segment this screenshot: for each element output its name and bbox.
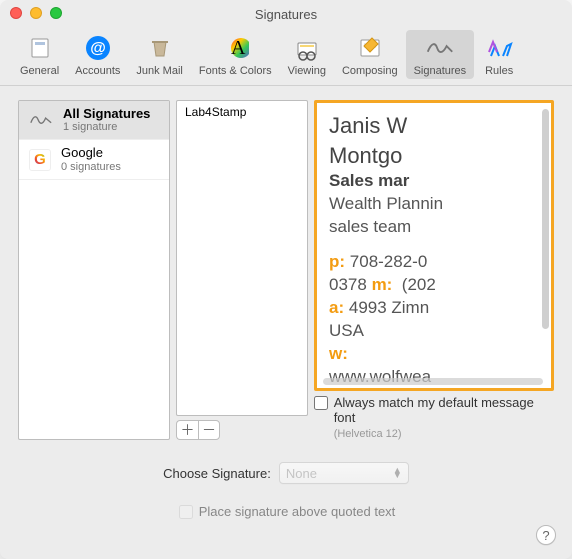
- close-icon[interactable]: [10, 7, 22, 19]
- junk-mail-icon: [144, 32, 176, 64]
- always-match-checkbox[interactable]: [314, 396, 328, 410]
- composing-icon: [354, 32, 386, 64]
- tab-junk-mail[interactable]: Junk Mail: [128, 30, 190, 79]
- tab-general[interactable]: General: [12, 30, 67, 79]
- signatures-icon: [424, 32, 456, 64]
- accounts-column: All Signatures 1 signature G Google 0 si…: [18, 100, 170, 440]
- preview-vertical-scrollbar[interactable]: [542, 109, 549, 329]
- titlebar: Signatures: [0, 0, 572, 24]
- viewing-icon: [291, 32, 323, 64]
- accounts-list[interactable]: All Signatures 1 signature G Google 0 si…: [18, 100, 170, 440]
- tab-viewing[interactable]: Viewing: [280, 30, 334, 79]
- fonts-colors-icon: A: [219, 32, 251, 64]
- zoom-icon[interactable]: [50, 7, 62, 19]
- signatures-list[interactable]: Lab4Stamp: [176, 100, 308, 416]
- above-quoted-row: Place signature above quoted text: [179, 504, 396, 519]
- preview-horizontal-scrollbar[interactable]: [323, 378, 543, 385]
- above-quoted-checkbox[interactable]: [179, 505, 193, 519]
- add-signature-button[interactable]: ＋: [176, 420, 198, 440]
- content-area: All Signatures 1 signature G Google 0 si…: [0, 86, 572, 559]
- preview-dept2: sales team: [329, 216, 539, 239]
- svg-text:@: @: [90, 40, 106, 57]
- preview-name-1: Janis W: [329, 111, 539, 141]
- account-all-signatures[interactable]: All Signatures 1 signature: [19, 101, 169, 140]
- accounts-icon: @: [82, 32, 114, 64]
- general-icon: [24, 32, 56, 64]
- add-remove-controls: ＋ －: [176, 420, 308, 440]
- always-match-row: Always match my default message font (He…: [314, 395, 554, 440]
- signatures-column: Lab4Stamp ＋ －: [176, 100, 308, 440]
- svg-text:A: A: [231, 37, 246, 59]
- always-match-label: Always match my default message font: [334, 395, 534, 425]
- choose-signature-label: Choose Signature:: [163, 466, 271, 481]
- tab-fonts-colors[interactable]: A Fonts & Colors: [191, 30, 280, 79]
- signature-preview[interactable]: Janis W Montgo Sales mar Wealth Plannin …: [314, 100, 554, 391]
- signatures-preferences-window: Signatures General @ Accounts Junk Mail: [0, 0, 572, 559]
- account-name: All Signatures: [63, 107, 150, 121]
- tab-signatures[interactable]: Signatures: [406, 30, 475, 79]
- preview-column: Janis W Montgo Sales mar Wealth Plannin …: [314, 100, 554, 440]
- signature-item[interactable]: Lab4Stamp: [177, 101, 307, 123]
- above-quoted-label: Place signature above quoted text: [199, 504, 396, 519]
- font-hint: (Helvetica 12): [334, 428, 402, 440]
- account-count: 1 signature: [63, 121, 150, 133]
- remove-signature-button[interactable]: －: [198, 420, 220, 440]
- google-icon: G: [29, 149, 51, 171]
- tab-composing[interactable]: Composing: [334, 30, 406, 79]
- account-google[interactable]: G Google 0 signatures: [19, 140, 169, 179]
- rules-icon: [483, 32, 515, 64]
- minimize-icon[interactable]: [30, 7, 42, 19]
- scribble-icon: [29, 110, 53, 130]
- account-count: 0 signatures: [61, 161, 121, 173]
- preview-role: Sales mar: [329, 170, 539, 193]
- preview-name-2: Montgo: [329, 141, 539, 171]
- preview-dept: Wealth Plannin: [329, 193, 539, 216]
- preferences-toolbar: General @ Accounts Junk Mail A Fonts & C…: [0, 24, 572, 86]
- help-button[interactable]: ?: [536, 525, 556, 545]
- window-title: Signatures: [255, 7, 317, 22]
- account-name: Google: [61, 146, 121, 160]
- tab-rules[interactable]: Rules: [474, 30, 524, 79]
- chevron-updown-icon: ▲▼: [393, 468, 402, 479]
- tab-accounts[interactable]: @ Accounts: [67, 30, 128, 79]
- window-controls: [10, 7, 62, 19]
- choose-signature-select[interactable]: None ▲▼: [279, 462, 409, 484]
- choose-signature-row: Choose Signature: None ▲▼: [18, 462, 554, 484]
